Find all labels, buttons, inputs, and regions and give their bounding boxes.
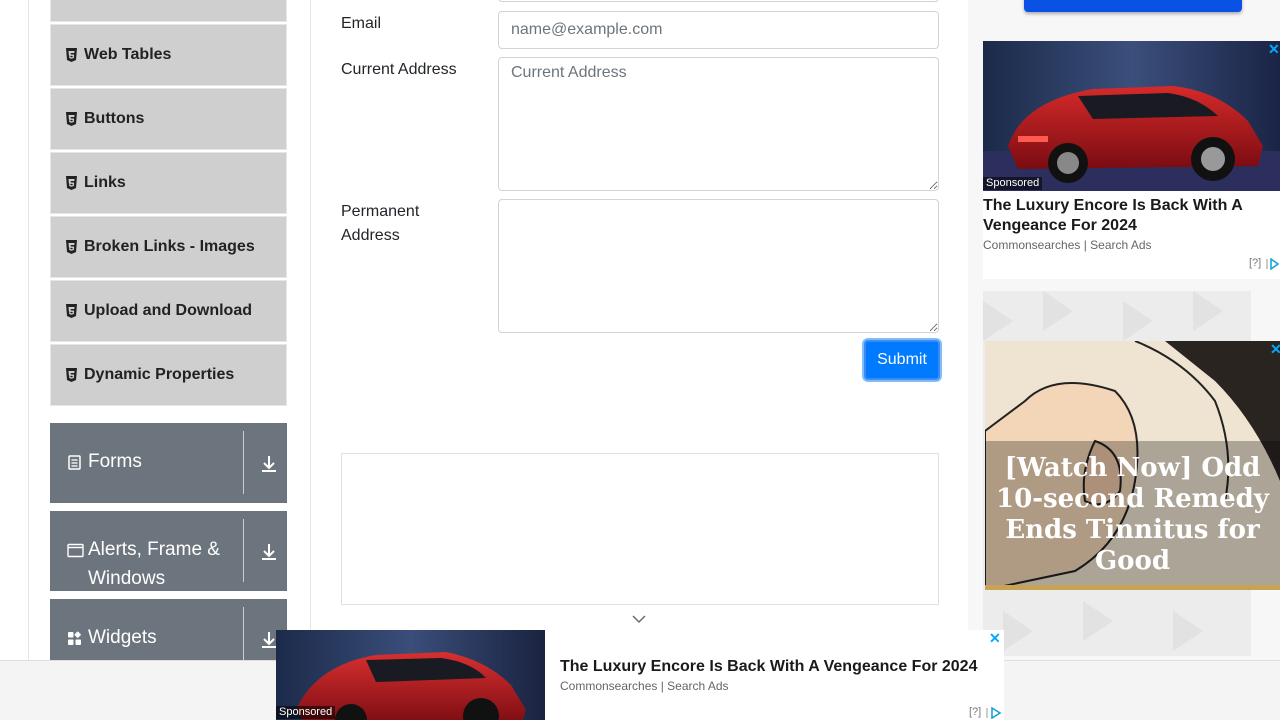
output-box bbox=[341, 453, 939, 605]
sidebar-item-label: Dynamic Properties bbox=[84, 366, 235, 383]
html5-icon bbox=[66, 304, 77, 318]
sidebar-item-web-tables[interactable]: Web Tables bbox=[50, 24, 287, 86]
ad-source[interactable]: Commonsearches | Search Ads bbox=[983, 238, 1152, 252]
bottom-ad-source[interactable]: Commonsearches | Search Ads bbox=[560, 679, 729, 693]
download-icon[interactable] bbox=[258, 541, 280, 563]
sidebar-item-label: Upload and Download bbox=[84, 302, 252, 319]
group-label: Forms bbox=[88, 451, 142, 472]
close-icon[interactable]: ✕ bbox=[1270, 341, 1280, 358]
adchoices-icon[interactable] bbox=[1266, 258, 1280, 270]
close-icon[interactable]: ✕ bbox=[1268, 41, 1280, 58]
sidebar-item-links[interactable]: Links bbox=[50, 152, 287, 214]
html5-icon bbox=[66, 112, 77, 126]
widgets-icon bbox=[68, 631, 81, 645]
sponsored-tag: Sponsored bbox=[276, 706, 336, 719]
sidebar-item-label: Web Tables bbox=[84, 46, 172, 63]
download-icon[interactable] bbox=[258, 453, 280, 475]
sidebar-item-partial[interactable] bbox=[50, 0, 287, 22]
ad-info-link[interactable]: [?] bbox=[969, 706, 981, 718]
html5-icon bbox=[66, 176, 77, 190]
ad-title[interactable]: The Luxury Encore Is Back With A Vengean… bbox=[983, 196, 1273, 236]
ad-info-link[interactable]: [?] bbox=[1249, 257, 1261, 269]
sponsored-tag: Sponsored bbox=[983, 177, 1043, 190]
group-alerts-frame-windows[interactable]: Alerts, Frame & Windows bbox=[50, 511, 287, 591]
adchoices-icon[interactable] bbox=[986, 707, 1002, 719]
close-icon[interactable]: ✕ bbox=[989, 630, 1001, 647]
divider bbox=[243, 519, 244, 582]
sidebar-item-label: Broken Links - Images bbox=[84, 238, 255, 255]
group-label: Alerts, Frame & bbox=[88, 539, 220, 560]
current-address-field[interactable] bbox=[498, 57, 939, 191]
email-field[interactable] bbox=[498, 11, 939, 49]
window-icon bbox=[67, 543, 84, 558]
sidebar-item-dynamic-properties[interactable]: Dynamic Properties bbox=[50, 344, 287, 406]
sidebar-item-label: Buttons bbox=[84, 110, 145, 127]
html5-icon bbox=[66, 240, 77, 254]
current-address-label: Current Address bbox=[341, 61, 457, 78]
group-forms[interactable]: Forms bbox=[50, 423, 287, 503]
sidebar-item-upload-download[interactable]: Upload and Download bbox=[50, 280, 287, 342]
submit-button[interactable]: Submit bbox=[864, 340, 940, 380]
sidebar-item-buttons[interactable]: Buttons bbox=[50, 88, 287, 150]
sidebar-item-label: Links bbox=[84, 174, 126, 191]
ad-image-tinnitus[interactable]: [Watch Now] Odd 10-second Remedy Ends Ti… bbox=[985, 341, 1280, 590]
previous-input-partial[interactable] bbox=[498, 0, 939, 2]
chevron-down-icon[interactable] bbox=[631, 613, 647, 625]
html5-icon bbox=[66, 368, 77, 382]
form-icon bbox=[68, 455, 81, 470]
sidebar-item-broken-links[interactable]: Broken Links - Images bbox=[50, 216, 287, 278]
group-label-line2: Windows bbox=[88, 568, 166, 589]
bottom-ad-title[interactable]: The Luxury Encore Is Back With A Vengean… bbox=[560, 657, 977, 677]
html5-icon bbox=[66, 48, 77, 62]
ad-image-car[interactable] bbox=[983, 41, 1280, 191]
permanent-address-label: Permanent bbox=[341, 203, 420, 220]
ad-headline[interactable]: [Watch Now] Odd 10-second Remedy Ends Ti… bbox=[985, 453, 1280, 577]
divider bbox=[243, 431, 244, 494]
permanent-address-field[interactable] bbox=[498, 199, 939, 333]
permanent-address-label-line2: Address bbox=[341, 227, 400, 244]
group-label: Widgets bbox=[88, 627, 157, 648]
email-label: Email bbox=[341, 15, 382, 32]
ad-button-partial[interactable] bbox=[1024, 0, 1242, 12]
